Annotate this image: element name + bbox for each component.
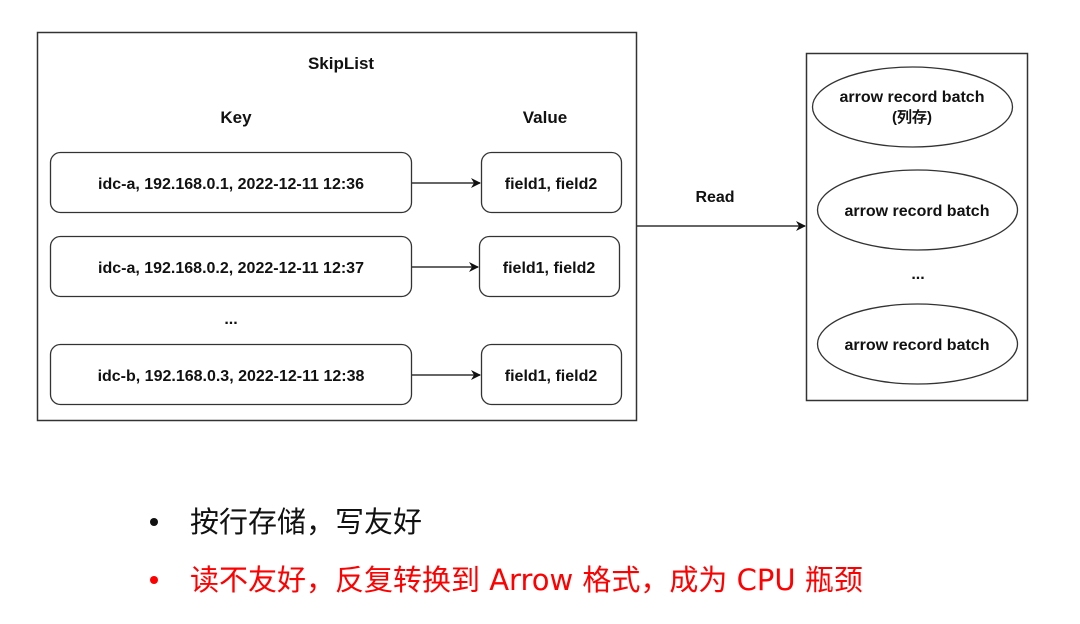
record-batch-ellipse [811, 66, 1014, 148]
skiplist-container: SkipList Key Value idc-a, 192.168.0.1, 2… [36, 31, 638, 422]
value-text: field1, field2 [505, 368, 598, 385]
bullet-text: 读不友好，反复转换到 Arrow 格式，成为 CPU 瓶颈 [190, 563, 863, 597]
bullet-text: 按行存储，写友好 [190, 505, 423, 539]
value-header: Value [523, 108, 567, 127]
bullet-list: 按行存储，写友好 读不友好，反复转换到 Arrow 格式，成为 CPU 瓶颈 [140, 500, 863, 616]
read-edge: Read [637, 189, 806, 231]
value-text: field1, field2 [503, 260, 596, 277]
bullet-dot-icon [150, 576, 158, 584]
record-batch: arrow record batch [816, 303, 1019, 385]
diagram: SkipList Key Value idc-a, 192.168.0.1, 2… [36, 31, 1029, 422]
record-batch: arrow record batch (列存) [811, 66, 1014, 148]
read-label: Read [695, 189, 734, 206]
skiplist-row: idc-a, 192.168.0.1, 2022-12-11 12:36 fie… [49, 151, 623, 214]
bullet-item: 读不友好，反复转换到 Arrow 格式，成为 CPU 瓶颈 [140, 558, 863, 616]
arrow-store-container: arrow record batch (列存) arrow record bat… [805, 52, 1029, 402]
key-header: Key [220, 108, 252, 127]
record-batch-label: arrow record batch [845, 203, 990, 220]
record-batch-sublabel: (列存) [892, 108, 932, 126]
skiplist-row: idc-a, 192.168.0.2, 2022-12-11 12:37 fie… [49, 235, 621, 298]
bullet-item: 按行存储，写友好 [140, 500, 863, 558]
skiplist-row: idc-b, 192.168.0.3, 2022-12-11 12:38 fie… [49, 343, 623, 406]
skiplist-title: SkipList [308, 54, 374, 73]
key-text: idc-a, 192.168.0.1, 2022-12-11 12:36 [98, 176, 364, 193]
record-batch-label: arrow record batch [840, 89, 985, 106]
skiplist-ellipsis: ... [224, 311, 237, 328]
record-batch: arrow record batch [816, 169, 1019, 251]
arrow-store-ellipsis: ... [911, 266, 924, 283]
key-text: idc-a, 192.168.0.2, 2022-12-11 12:37 [98, 260, 364, 277]
key-text: idc-b, 192.168.0.3, 2022-12-11 12:38 [98, 368, 365, 385]
bullet-dot-icon [150, 518, 158, 526]
record-batch-label: arrow record batch [845, 337, 990, 354]
value-text: field1, field2 [505, 176, 598, 193]
